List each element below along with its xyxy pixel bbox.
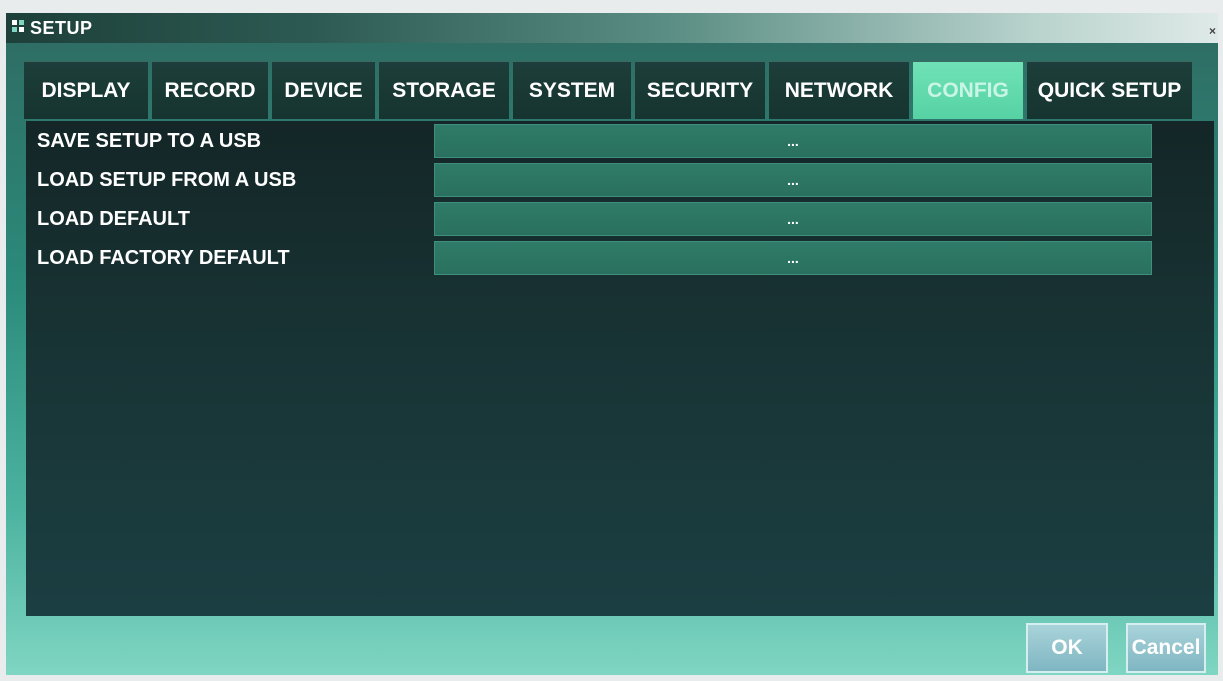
window-title: SETUP bbox=[30, 18, 93, 38]
title-bar: SETUP × bbox=[6, 13, 1218, 43]
row-label: LOAD FACTORY DEFAULT bbox=[37, 247, 290, 269]
ok-button[interactable]: OK bbox=[1026, 623, 1108, 673]
config-row-load-default: LOAD DEFAULT ... bbox=[26, 202, 1214, 240]
config-row-load-factory-default: LOAD FACTORY DEFAULT ... bbox=[26, 241, 1214, 279]
config-panel: SAVE SETUP TO A USB ... LOAD SETUP FROM … bbox=[26, 121, 1214, 616]
tab-network[interactable]: NETWORK bbox=[769, 61, 909, 119]
load-default-button[interactable]: ... bbox=[434, 202, 1152, 236]
tab-security[interactable]: SECURITY bbox=[635, 61, 765, 119]
tab-device[interactable]: DEVICE bbox=[272, 61, 375, 119]
cancel-button[interactable]: Cancel bbox=[1126, 623, 1206, 673]
tab-system[interactable]: SYSTEM bbox=[513, 61, 631, 119]
load-setup-usb-button[interactable]: ... bbox=[434, 163, 1152, 197]
row-label: SAVE SETUP TO A USB bbox=[37, 130, 262, 152]
config-row-load-usb: LOAD SETUP FROM A USB ... bbox=[26, 163, 1214, 201]
grid-icon bbox=[12, 20, 26, 36]
setup-window: SETUP × DISPLAY RECORD DEVICE STORAGE SY… bbox=[6, 13, 1218, 675]
tab-config[interactable]: CONFIG bbox=[913, 61, 1023, 119]
load-factory-default-button[interactable]: ... bbox=[434, 241, 1152, 275]
tab-storage[interactable]: STORAGE bbox=[379, 61, 509, 119]
tab-record[interactable]: RECORD bbox=[152, 61, 268, 119]
tab-bar: DISPLAY RECORD DEVICE STORAGE SYSTEM SEC… bbox=[24, 61, 1192, 123]
save-setup-usb-button[interactable]: ... bbox=[434, 124, 1152, 158]
tab-quick-setup[interactable]: QUICK SETUP bbox=[1027, 61, 1192, 119]
tab-display[interactable]: DISPLAY bbox=[24, 61, 148, 119]
row-label: LOAD SETUP FROM A USB bbox=[37, 169, 297, 191]
close-icon[interactable]: × bbox=[1209, 24, 1216, 38]
config-row-save-usb: SAVE SETUP TO A USB ... bbox=[26, 124, 1214, 162]
row-label: LOAD DEFAULT bbox=[37, 208, 190, 230]
